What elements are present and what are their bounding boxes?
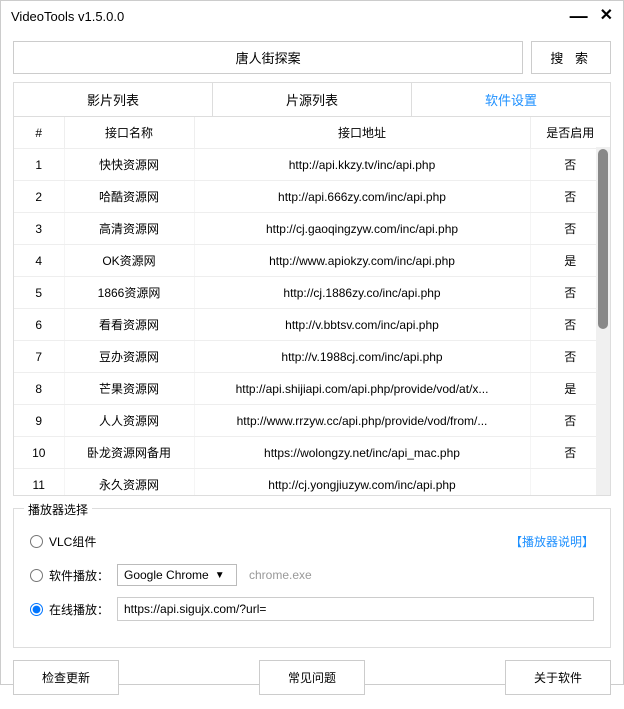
radio-software-label: 软件播放： [49, 567, 111, 584]
table-row[interactable]: 6看看资源网http://v.bbtsv.com/inc/api.php否 [14, 309, 610, 341]
th-name[interactable]: 接口名称 [64, 117, 194, 149]
cell-url: http://cj.gaoqingzyw.com/inc/api.php [194, 213, 530, 245]
table-row[interactable]: 2哈酷资源网http://api.666zy.com/inc/api.php否 [14, 181, 610, 213]
cell-idx: 9 [14, 405, 64, 437]
cell-name: 卧龙资源网备用 [64, 437, 194, 469]
tab-settings[interactable]: 软件设置 [412, 83, 610, 116]
cell-idx: 8 [14, 373, 64, 405]
chevron-down-icon: ▼ [215, 570, 225, 581]
software-select[interactable]: Google Chrome ▼ [117, 564, 237, 586]
cell-url: http://v.1988cj.com/inc/api.php [194, 341, 530, 373]
cell-url: http://api.666zy.com/inc/api.php [194, 181, 530, 213]
cell-name: 快快资源网 [64, 149, 194, 181]
th-url[interactable]: 接口地址 [194, 117, 530, 149]
search-button[interactable]: 搜 索 [531, 41, 611, 74]
cell-idx: 3 [14, 213, 64, 245]
faq-button[interactable]: 常见问题 [259, 660, 365, 695]
cell-idx: 10 [14, 437, 64, 469]
radio-online[interactable] [30, 603, 43, 616]
cell-name: OK资源网 [64, 245, 194, 277]
window-controls: — ✕ [570, 7, 613, 25]
window-title: VideoTools v1.5.0.0 [11, 9, 570, 24]
cell-url: http://cj.1886zy.co/inc/api.php [194, 277, 530, 309]
cell-url: http://v.bbtsv.com/inc/api.php [194, 309, 530, 341]
cell-idx: 6 [14, 309, 64, 341]
table-row[interactable]: 4OK资源网http://www.apiokzy.com/inc/api.php… [14, 245, 610, 277]
cell-idx: 7 [14, 341, 64, 373]
api-table: # 接口名称 接口地址 是否启用 1快快资源网http://api.kkzy.t… [13, 116, 611, 496]
player-help-link[interactable]: 【播放器说明】 [510, 533, 594, 550]
cell-idx: 11 [14, 469, 64, 496]
minimize-icon[interactable]: — [570, 7, 588, 25]
radio-vlc[interactable] [30, 535, 43, 548]
radio-vlc-label: VLC组件 [49, 533, 111, 550]
software-select-value: Google Chrome [124, 568, 209, 582]
online-url-field[interactable] [117, 597, 594, 621]
scrollbar-thumb[interactable] [598, 149, 608, 329]
table-row[interactable]: 1快快资源网http://api.kkzy.tv/inc/api.php否 [14, 149, 610, 181]
th-index[interactable]: # [14, 117, 64, 149]
cell-url: http://www.rrzyw.cc/api.php/provide/vod/… [194, 405, 530, 437]
cell-url: http://www.apiokzy.com/inc/api.php [194, 245, 530, 277]
cell-idx: 2 [14, 181, 64, 213]
th-enabled[interactable]: 是否启用 [530, 117, 610, 149]
cell-name: 看看资源网 [64, 309, 194, 341]
table-row[interactable]: 9人人资源网http://www.rrzyw.cc/api.php/provid… [14, 405, 610, 437]
search-input[interactable] [13, 41, 523, 74]
cell-url: http://api.shijiapi.com/api.php/provide/… [194, 373, 530, 405]
cell-idx: 5 [14, 277, 64, 309]
cell-url: http://cj.yongjiuzyw.com/inc/api.php [194, 469, 530, 496]
cell-name: 芒果资源网 [64, 373, 194, 405]
table-header-row: # 接口名称 接口地址 是否启用 [14, 117, 610, 149]
search-row: 搜 索 [13, 41, 611, 74]
radio-online-label: 在线播放： [49, 601, 111, 618]
table-row[interactable]: 3高清资源网http://cj.gaoqingzyw.com/inc/api.p… [14, 213, 610, 245]
check-update-button[interactable]: 检查更新 [13, 660, 119, 695]
cell-name: 豆办资源网 [64, 341, 194, 373]
player-legend: 播放器选择 [24, 501, 92, 518]
tabs: 影片列表 片源列表 软件设置 [13, 82, 611, 116]
cell-idx: 1 [14, 149, 64, 181]
about-button[interactable]: 关于软件 [505, 660, 611, 695]
tab-video-list[interactable]: 影片列表 [14, 83, 213, 116]
cell-idx: 4 [14, 245, 64, 277]
table-row[interactable]: 11永久资源网http://cj.yongjiuzyw.com/inc/api.… [14, 469, 610, 496]
table-row[interactable]: 51866资源网http://cj.1886zy.co/inc/api.php否 [14, 277, 610, 309]
cell-url: http://api.kkzy.tv/inc/api.php [194, 149, 530, 181]
bottom-buttons: 检查更新 常见问题 关于软件 [13, 656, 611, 699]
close-icon[interactable]: ✕ [600, 8, 613, 24]
table-row[interactable]: 8芒果资源网http://api.shijiapi.com/api.php/pr… [14, 373, 610, 405]
cell-url: https://wolongzy.net/inc/api_mac.php [194, 437, 530, 469]
cell-name: 永久资源网 [64, 469, 194, 496]
radio-software[interactable] [30, 569, 43, 582]
cell-name: 高清资源网 [64, 213, 194, 245]
table-row[interactable]: 10卧龙资源网备用https://wolongzy.net/inc/api_ma… [14, 437, 610, 469]
cell-name: 人人资源网 [64, 405, 194, 437]
player-group: 播放器选择 VLC组件 【播放器说明】 软件播放： Google Chrome … [13, 508, 611, 648]
main-area: 影片列表 片源列表 软件设置 # 接口名称 接口地址 是否启用 [13, 82, 611, 496]
cell-name: 哈酷资源网 [64, 181, 194, 213]
software-exe-field [243, 564, 343, 586]
cell-name: 1866资源网 [64, 277, 194, 309]
table-row[interactable]: 7豆办资源网http://v.1988cj.com/inc/api.php否 [14, 341, 610, 373]
titlebar: VideoTools v1.5.0.0 — ✕ [1, 1, 623, 31]
tab-source-list[interactable]: 片源列表 [213, 83, 412, 116]
